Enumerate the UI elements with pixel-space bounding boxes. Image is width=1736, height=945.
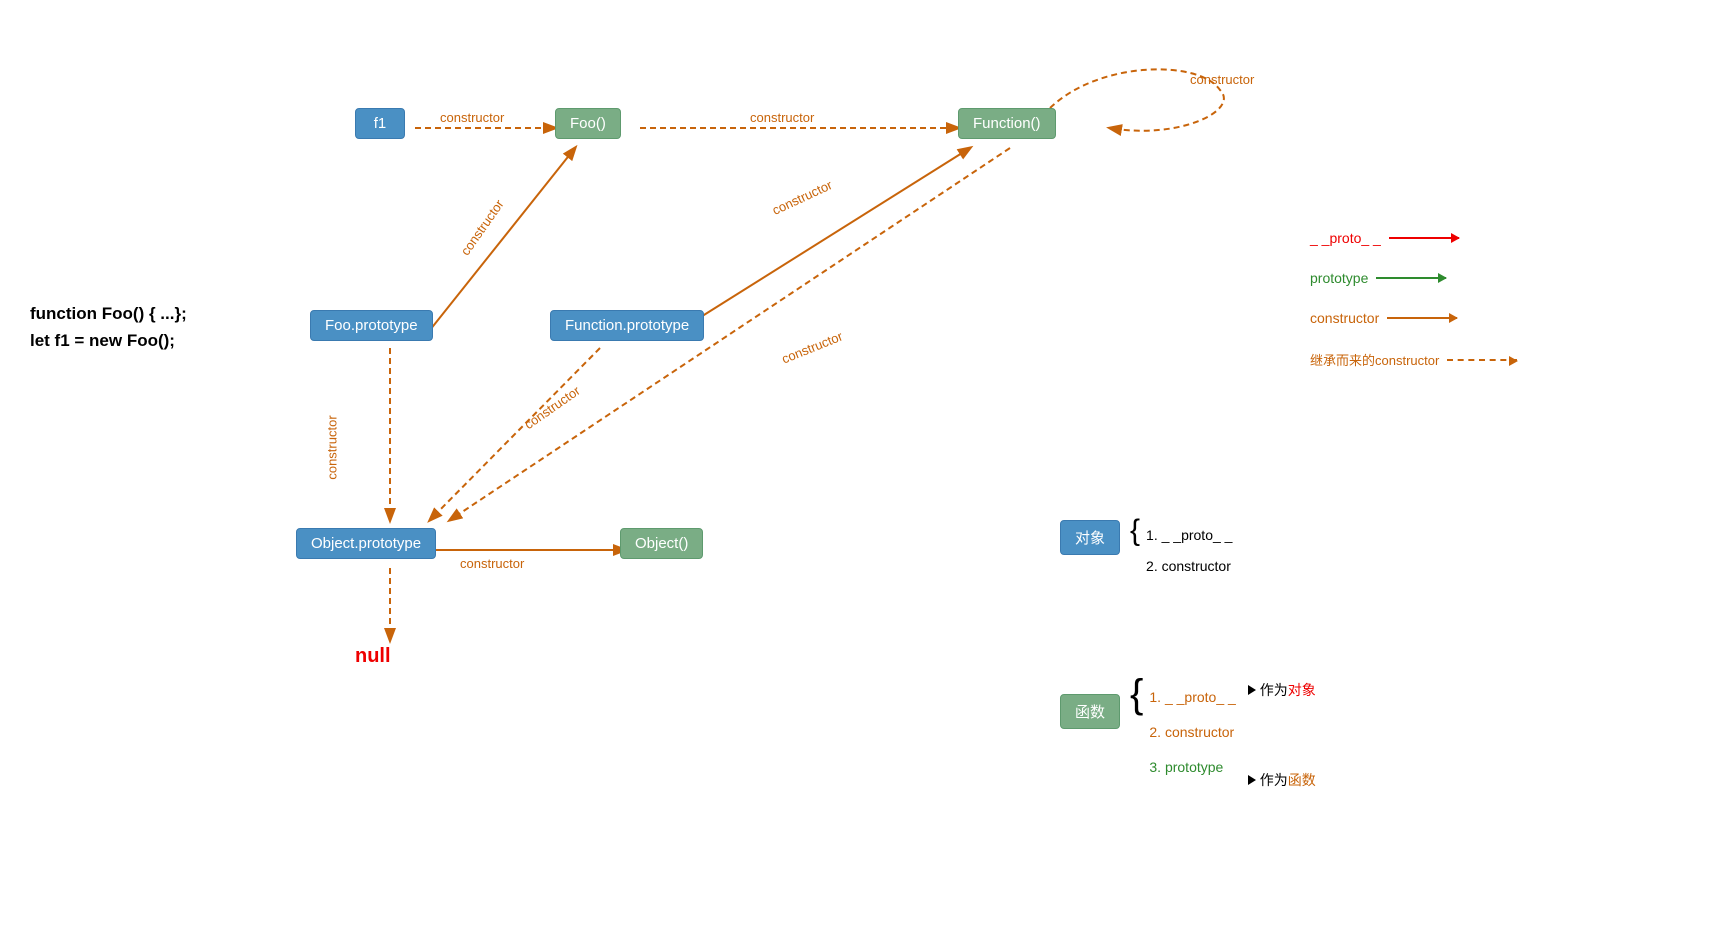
brace-object: { xyxy=(1130,514,1140,548)
legend-proto-label: _ _proto_ _ xyxy=(1310,230,1381,246)
label-f1-foo: constructor xyxy=(440,110,504,125)
box-f1: f1 xyxy=(355,108,405,139)
null-label: null xyxy=(355,645,391,668)
legend-constructor: constructor xyxy=(1310,310,1517,326)
function-section: 函数 { 1. _ _proto_ _ 2. constructor 3. pr… xyxy=(1060,680,1316,790)
function-notes: 作为对象 作为函数 xyxy=(1248,680,1316,790)
note-as-function: 作为函数 xyxy=(1248,770,1316,790)
object-section: 对象 { 1. _ _proto_ _ 2. constructor xyxy=(1060,520,1232,582)
label-foo-proto-foo: constructor xyxy=(458,197,507,258)
label-func-objproto: constructor xyxy=(780,329,845,367)
legend-prototype: prototype xyxy=(1310,270,1517,286)
legend-constructor-label: constructor xyxy=(1310,310,1379,326)
object-props: 1. _ _proto_ _ 2. constructor xyxy=(1146,520,1232,582)
box-foo-fn: Foo() xyxy=(555,108,621,139)
box-function-label: 函数 xyxy=(1060,694,1120,729)
box-object-fn: Object() xyxy=(620,528,703,559)
label-function-self: constructor xyxy=(1190,72,1254,87)
code-block: function Foo() { ...}; let f1 = new Foo(… xyxy=(30,300,187,354)
legend-proto: _ _proto_ _ xyxy=(1310,230,1517,246)
fn-prop3: 3. prototype xyxy=(1149,750,1235,785)
note-as-object: 作为对象 xyxy=(1248,680,1316,700)
label-objproto-obj: constructor xyxy=(460,556,524,571)
label-funcproto-objproto: constructor xyxy=(522,383,583,432)
label-fooproto-objproto: constructor xyxy=(325,415,340,479)
legend-prototype-label: prototype xyxy=(1310,270,1368,286)
box-object-proto: Object.prototype xyxy=(296,528,436,559)
obj-prop1: 1. _ _proto_ _ xyxy=(1146,520,1232,551)
fn-prop2: 2. constructor xyxy=(1149,715,1235,750)
fn-prop1: 1. _ _proto_ _ xyxy=(1149,680,1235,715)
box-object-label: 对象 xyxy=(1060,520,1120,555)
box-foo-proto: Foo.prototype xyxy=(310,310,433,341)
label-funcproto-func: constructor xyxy=(770,177,835,218)
box-function-proto: Function.prototype xyxy=(550,310,704,341)
legend-inherited-constructor: 继承而来的constructor xyxy=(1310,350,1517,369)
function-props: 1. _ _proto_ _ 2. constructor 3. prototy… xyxy=(1149,680,1235,785)
diagram: constructor constructor constructor cons… xyxy=(0,0,1736,945)
code-line1: function Foo() { ...}; xyxy=(30,300,187,327)
brace-function: { xyxy=(1130,672,1143,717)
legend-area: _ _proto_ _ prototype constructor 继承而来的c… xyxy=(1310,230,1517,369)
arrows-svg xyxy=(0,0,1736,945)
box-function-fn: Function() xyxy=(958,108,1056,139)
label-foo-function: constructor xyxy=(750,110,814,125)
obj-prop2: 2. constructor xyxy=(1146,551,1232,582)
code-line2: let f1 = new Foo(); xyxy=(30,327,187,354)
legend-inherited-label: 继承而来的constructor xyxy=(1310,350,1439,369)
